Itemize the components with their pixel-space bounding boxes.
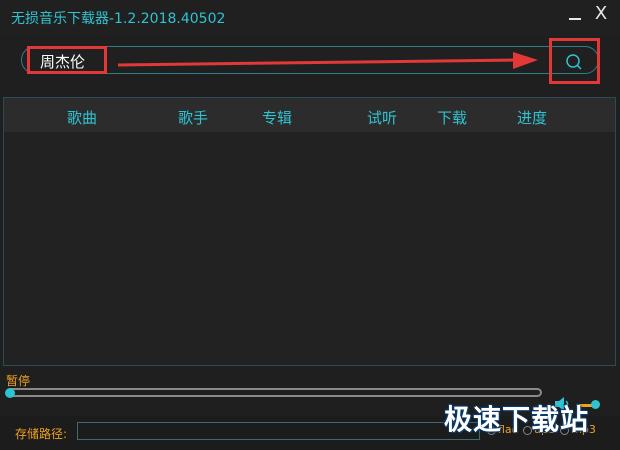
minimize-button[interactable]	[566, 4, 586, 26]
column-download[interactable]: 下载	[437, 107, 467, 128]
save-path-label: 存储路径:	[15, 427, 68, 441]
song-list-panel	[3, 97, 616, 366]
close-button[interactable]: X	[590, 2, 612, 26]
save-path-input[interactable]	[77, 422, 480, 440]
search-highlight-box	[549, 38, 600, 84]
volume-knob[interactable]	[591, 400, 600, 409]
annotation-arrow-icon	[118, 52, 538, 69]
column-album[interactable]: 专辑	[262, 107, 292, 128]
column-progress[interactable]: 进度	[517, 107, 547, 128]
progress-knob[interactable]	[5, 388, 15, 398]
watermark-logo: 极速下载站	[444, 403, 590, 436]
input-highlight-box	[27, 46, 107, 74]
column-song[interactable]: 歌曲	[67, 107, 97, 128]
column-singer[interactable]: 歌手	[178, 107, 208, 128]
window-title: 无损音乐下载器-1.2.2018.40502	[11, 11, 226, 27]
column-preview[interactable]: 试听	[367, 107, 397, 128]
playback-progress-bar[interactable]	[6, 388, 542, 397]
playback-status: 暂停	[6, 374, 31, 388]
